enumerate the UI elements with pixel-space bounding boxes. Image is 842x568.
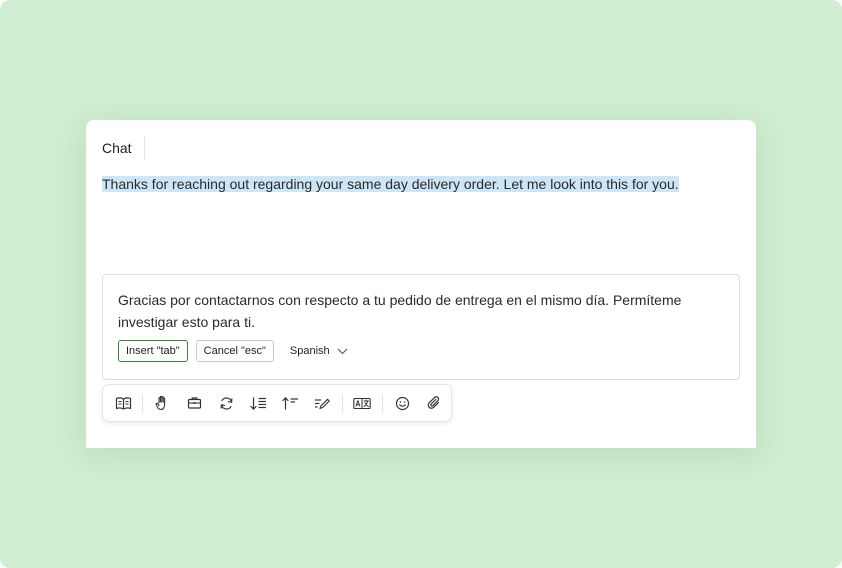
translation-actions: Insert "tab" Cancel "esc" Spanish [118,340,348,362]
toolbar-divider [342,395,343,412]
knowledge-book-icon[interactable] [114,394,132,412]
insert-button[interactable]: Insert "tab" [118,340,188,362]
chevron-down-icon [330,348,348,355]
message-editor[interactable]: Thanks for reaching out regarding your s… [102,175,679,193]
toolbar-divider [142,395,143,412]
chat-composer-card: Chat Thanks for reaching out regarding y… [86,120,756,448]
selected-message-text[interactable]: Thanks for reaching out regarding your s… [102,176,679,192]
refresh-icon[interactable] [217,394,235,412]
composer-header: Chat [102,136,145,160]
composer-toolbar [102,384,452,422]
chat-tab[interactable]: Chat [102,140,132,156]
hand-icon[interactable] [153,394,171,412]
language-select-value: Spanish [289,345,330,357]
translation-text: Gracias por contactarnos con respecto a … [118,292,682,330]
rewrite-pen-icon[interactable] [313,394,331,412]
translation-suggestion-panel: Gracias por contactarnos con respecto a … [102,274,740,380]
language-select[interactable]: Spanish [290,345,348,357]
translate-icon[interactable] [353,394,371,412]
shorten-text-icon[interactable] [281,394,299,412]
cancel-button[interactable]: Cancel "esc" [195,340,274,362]
attachment-icon[interactable] [425,394,443,412]
tab-divider [143,136,145,160]
emoji-icon[interactable] [393,394,411,412]
expand-text-icon[interactable] [249,394,267,412]
briefcase-icon[interactable] [185,394,203,412]
toolbar-divider [382,395,383,412]
